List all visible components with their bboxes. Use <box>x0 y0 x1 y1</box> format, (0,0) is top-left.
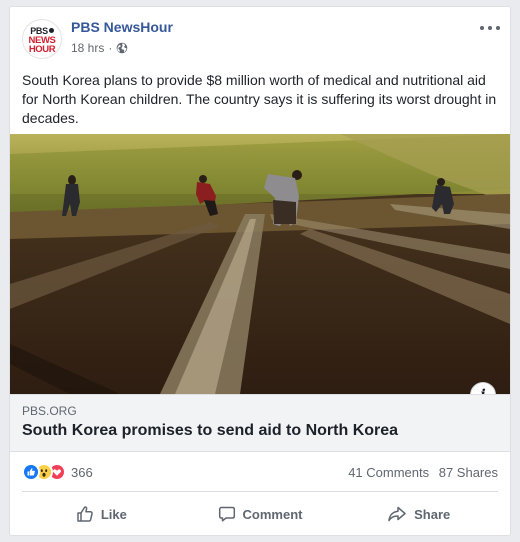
engagement-stats: 366 41 Comments 87 Shares <box>22 462 498 484</box>
page-name-link[interactable]: PBS NewsHour <box>71 19 173 35</box>
like-label: Like <box>100 506 127 522</box>
reaction-count: 366 <box>71 464 93 480</box>
post-actions: Like Comment Share <box>22 499 498 529</box>
like-reaction-icon <box>22 463 40 481</box>
share-label: Share <box>414 506 451 522</box>
shares-count-link[interactable]: 87 Shares <box>439 465 498 480</box>
post-meta: 18 hrs · <box>71 41 128 55</box>
post-text: South Korea plans to provide $8 million … <box>22 72 497 126</box>
reaction-summary[interactable]: 366 <box>22 463 93 481</box>
comments-count-link[interactable]: 41 Comments <box>348 465 429 480</box>
post-timestamp[interactable]: 18 hrs <box>71 41 104 55</box>
thumbs-up-icon <box>77 506 93 522</box>
pbs-logo-dot <box>48 27 54 33</box>
actions-divider <box>22 491 498 492</box>
avatar-line-3: HOUR <box>28 43 56 55</box>
comment-share-counts: 41 Comments 87 Shares <box>348 465 498 480</box>
comment-button[interactable]: Comment <box>181 499 340 529</box>
post-photo[interactable] <box>10 134 510 394</box>
page-avatar[interactable]: PBS NEWS HOUR <box>22 19 62 59</box>
share-button[interactable]: Share <box>339 499 498 529</box>
post-header: PBS NEWS HOUR PBS NewsHour 18 hrs · <box>22 17 500 63</box>
link-domain: PBS.ORG <box>22 404 77 418</box>
like-button[interactable]: Like <box>22 499 181 529</box>
post-card: PBS NEWS HOUR PBS NewsHour 18 hrs · Sout… <box>9 6 511 536</box>
meta-separator: · <box>108 41 113 55</box>
share-arrow-icon <box>388 506 406 522</box>
avatar-line-1: PBS <box>30 25 48 36</box>
link-preview[interactable]: PBS.ORG South Korea promises to send aid… <box>10 394 510 452</box>
link-title[interactable]: South Korea promises to send aid to Nort… <box>22 422 398 440</box>
comment-label: Comment <box>242 506 303 522</box>
more-horizontal-icon[interactable] <box>480 21 500 35</box>
globe-icon[interactable] <box>116 42 128 54</box>
comment-icon <box>218 506 235 522</box>
farm-field-image <box>10 134 510 394</box>
